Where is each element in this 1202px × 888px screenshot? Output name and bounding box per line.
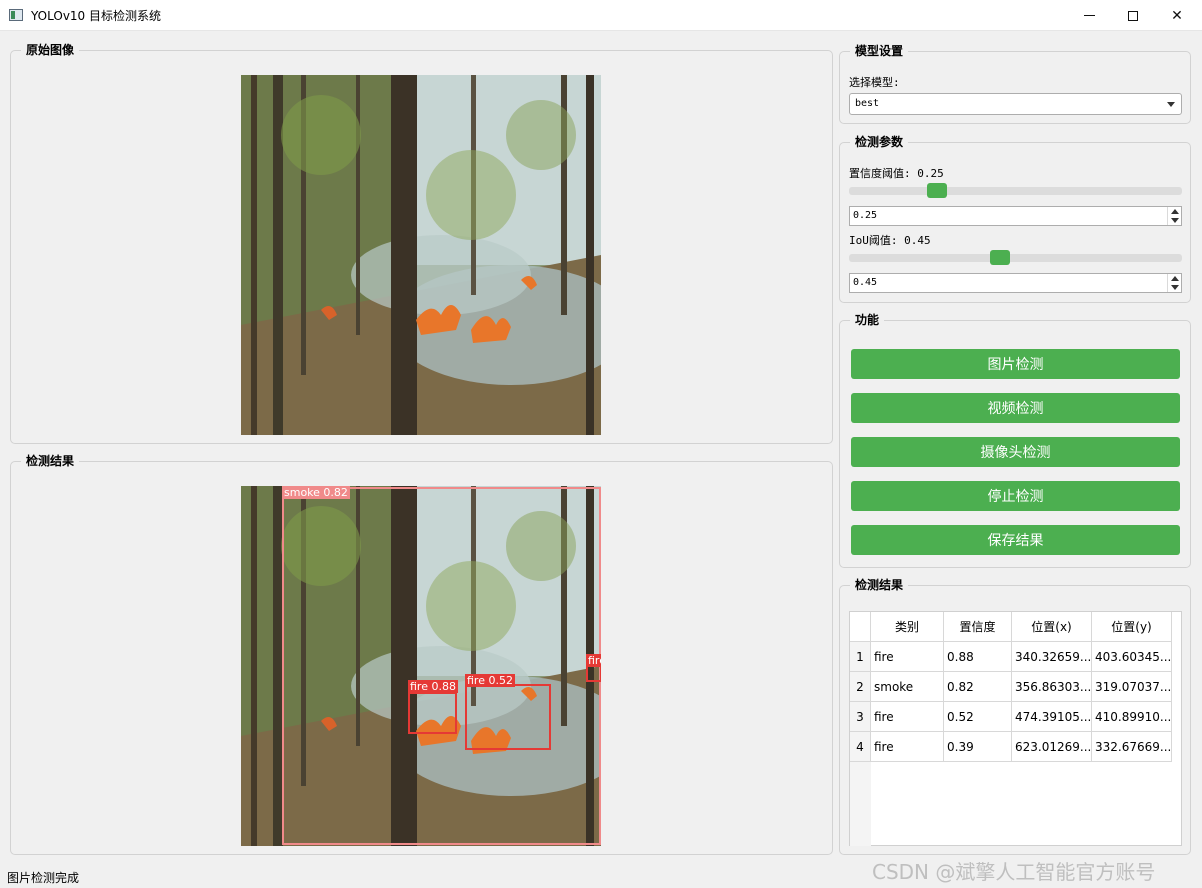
close-icon: ✕ <box>1171 7 1183 24</box>
table-row[interactable]: 3 fire 0.52 474.39105... 410.89910... <box>850 702 1172 732</box>
cell-confidence[interactable]: 0.39 <box>944 732 1012 762</box>
cell-y[interactable]: 403.60345... <box>1092 642 1172 672</box>
minimize-icon <box>1083 15 1095 16</box>
table-row[interactable]: 1 fire 0.88 340.32659... 403.60345... <box>850 642 1172 672</box>
cell-y[interactable]: 319.07037... <box>1092 672 1172 702</box>
cell-x[interactable]: 340.32659... <box>1012 642 1092 672</box>
model-settings-title: 模型设置 <box>850 43 909 59</box>
minimize-button[interactable] <box>1066 0 1112 31</box>
save-results-button[interactable]: 保存结果 <box>851 525 1180 555</box>
confidence-spinbox-value: 0.25 <box>853 210 878 221</box>
row-index[interactable]: 2 <box>850 672 871 702</box>
detection-label-smoke: smoke 0.82 <box>282 486 350 499</box>
cell-x[interactable]: 623.01269... <box>1012 732 1092 762</box>
close-button[interactable]: ✕ <box>1154 0 1200 31</box>
detection-box-fire-2 <box>465 684 551 750</box>
detection-label-fire-3: fire <box>586 654 601 667</box>
cell-y[interactable]: 332.67669... <box>1092 732 1172 762</box>
detection-params-title: 检测参数 <box>850 134 909 150</box>
table-header-row: 类别 置信度 位置(x) 位置(y) <box>850 612 1172 642</box>
model-select-value: best <box>855 98 880 109</box>
results-table[interactable]: 类别 置信度 位置(x) 位置(y) 1 fire 0.88 340.32659… <box>849 611 1182 846</box>
title-bar: YOLOv10 目标检测系统 ✕ <box>0 0 1202 31</box>
result-image-title: 检测结果 <box>21 453 80 469</box>
model-select[interactable]: best <box>849 93 1182 115</box>
detection-box-fire-1 <box>408 692 457 734</box>
detection-label-fire-2: fire 0.52 <box>465 674 515 687</box>
watermark: CSDN @斌擎人工智能官方账号 <box>872 860 1156 884</box>
spin-down-icon[interactable] <box>1171 285 1179 290</box>
header-confidence[interactable]: 置信度 <box>944 612 1012 642</box>
cell-x[interactable]: 356.86303... <box>1012 672 1092 702</box>
cell-class[interactable]: fire <box>871 702 944 732</box>
confidence-slider[interactable] <box>849 187 1182 195</box>
cell-y[interactable]: 410.89910... <box>1092 702 1172 732</box>
row-index[interactable]: 3 <box>850 702 871 732</box>
spin-down-icon[interactable] <box>1171 218 1179 223</box>
maximize-icon <box>1128 10 1138 21</box>
header-x[interactable]: 位置(x) <box>1012 612 1092 642</box>
confidence-label: 置信度阈值: 0.25 <box>849 167 944 180</box>
cell-class[interactable]: fire <box>871 642 944 672</box>
detection-label-fire-1: fire 0.88 <box>408 680 458 693</box>
header-y[interactable]: 位置(y) <box>1092 612 1172 642</box>
camera-detect-button[interactable]: 摄像头检测 <box>851 437 1180 467</box>
confidence-spinbox-arrows[interactable] <box>1167 207 1181 225</box>
cell-confidence[interactable]: 0.82 <box>944 672 1012 702</box>
row-header-strip <box>850 762 871 846</box>
chevron-down-icon <box>1167 102 1175 107</box>
iou-spinbox-arrows[interactable] <box>1167 274 1181 292</box>
video-detect-button[interactable]: 视频检测 <box>851 393 1180 423</box>
row-index[interactable]: 4 <box>850 732 871 762</box>
iou-spinbox[interactable]: 0.45 <box>849 273 1182 293</box>
functions-title: 功能 <box>850 312 885 328</box>
iou-label: IoU阈值: 0.45 <box>849 234 931 247</box>
original-image-title: 原始图像 <box>21 42 80 58</box>
table-row[interactable]: 2 smoke 0.82 356.86303... 319.07037... <box>850 672 1172 702</box>
spin-up-icon[interactable] <box>1171 209 1179 214</box>
stop-detect-button[interactable]: 停止检测 <box>851 481 1180 511</box>
iou-slider-handle[interactable] <box>989 250 1010 265</box>
window-title: YOLOv10 目标检测系统 <box>31 9 162 23</box>
table-row[interactable]: 4 fire 0.39 623.01269... 332.67669... <box>850 732 1172 762</box>
image-detect-button[interactable]: 图片检测 <box>851 349 1180 379</box>
cell-class[interactable]: smoke <box>871 672 944 702</box>
original-image <box>241 75 601 435</box>
confidence-spinbox[interactable]: 0.25 <box>849 206 1182 226</box>
detection-box-smoke <box>282 487 601 845</box>
status-bar: 图片检测完成 <box>7 871 80 885</box>
app-icon <box>9 9 23 21</box>
forest-image <box>241 75 601 435</box>
results-title: 检测结果 <box>850 577 909 593</box>
cell-x[interactable]: 474.39105... <box>1012 702 1092 732</box>
maximize-button[interactable] <box>1110 0 1156 31</box>
cell-confidence[interactable]: 0.88 <box>944 642 1012 672</box>
row-index[interactable]: 1 <box>850 642 871 672</box>
spin-up-icon[interactable] <box>1171 276 1179 281</box>
cell-class[interactable]: fire <box>871 732 944 762</box>
result-image: smoke 0.82 fire 0.88 fire 0.52 fire <box>241 486 601 846</box>
header-class[interactable]: 类别 <box>871 612 944 642</box>
confidence-slider-handle[interactable] <box>927 183 948 198</box>
iou-spinbox-value: 0.45 <box>853 277 878 288</box>
table-corner[interactable] <box>850 612 871 642</box>
cell-confidence[interactable]: 0.52 <box>944 702 1012 732</box>
iou-slider[interactable] <box>849 254 1182 262</box>
model-select-label: 选择模型: <box>849 76 900 89</box>
